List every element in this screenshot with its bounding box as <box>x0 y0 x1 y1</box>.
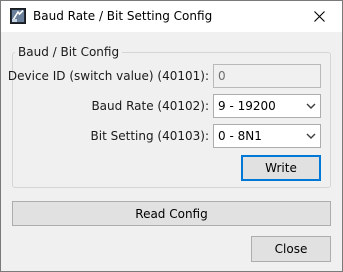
chevron-down-icon <box>306 103 316 109</box>
title-bar: Baud Rate / Bit Setting Config <box>1 1 342 32</box>
read-config-button[interactable]: Read Config <box>12 201 331 226</box>
group-title: Baud / Bit Config <box>15 45 123 59</box>
app-icon <box>10 8 26 24</box>
baud-rate-value: 9 - 19200 <box>218 99 276 113</box>
window-title: Baud Rate / Bit Setting Config <box>33 9 213 23</box>
chevron-down-icon <box>306 133 316 139</box>
device-id-field[interactable]: 0 <box>213 64 321 88</box>
close-button[interactable]: Close <box>251 236 331 262</box>
config-dialog: Baud Rate / Bit Setting Config Baud / Bi… <box>0 0 343 272</box>
window-close-button[interactable] <box>296 1 342 32</box>
baud-rate-select[interactable]: 9 - 19200 <box>213 94 321 118</box>
close-icon <box>313 11 325 22</box>
device-id-label: Device ID (switch value) (40101): <box>7 69 209 83</box>
write-button[interactable]: Write <box>241 155 321 181</box>
bit-setting-select[interactable]: 0 - 8N1 <box>213 124 321 148</box>
bit-setting-label: Bit Setting (40103): <box>90 129 209 143</box>
baud-rate-label: Baud Rate (40102): <box>91 99 209 113</box>
bit-setting-value: 0 - 8N1 <box>218 129 262 143</box>
